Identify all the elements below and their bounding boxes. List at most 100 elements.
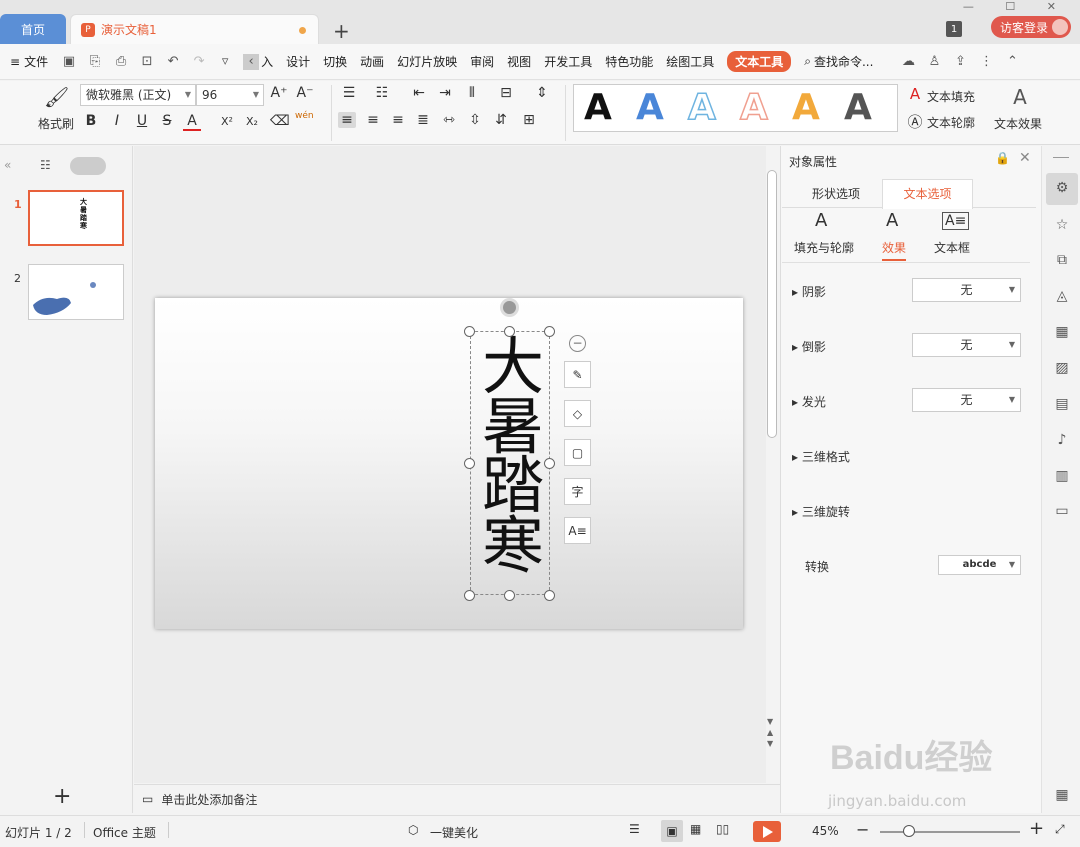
text-effect-button[interactable]: 文本效果 bbox=[994, 115, 1042, 132]
collapse-float-icon[interactable]: − bbox=[569, 335, 586, 352]
reading-view-icon[interactable]: ▯▯ bbox=[716, 822, 729, 836]
columns-icon[interactable]: ⫴ bbox=[463, 85, 481, 101]
shapes-icon[interactable]: ◬ bbox=[1053, 288, 1071, 306]
user-share-icon[interactable]: ♙ bbox=[926, 54, 942, 70]
style-pink-outline[interactable]: A bbox=[739, 86, 768, 129]
format-painter-icon[interactable]: 🖌 bbox=[44, 85, 69, 109]
zoom-slider[interactable] bbox=[880, 831, 1020, 833]
add-slide-button[interactable]: + bbox=[53, 784, 71, 809]
notes-toggle-icon[interactable]: ☰ bbox=[629, 822, 640, 836]
pinyin-button[interactable]: wén bbox=[295, 111, 314, 121]
font-color-button[interactable]: A bbox=[183, 113, 201, 131]
font-name-select[interactable]: 微软雅黑 (正文) ▼ bbox=[80, 84, 196, 106]
menu-insert[interactable]: 入 bbox=[261, 53, 273, 70]
tab-home[interactable]: 首页 bbox=[0, 14, 66, 44]
tab-document[interactable]: P 演示文稿1 bbox=[70, 14, 319, 44]
font-icon[interactable]: 字 bbox=[564, 478, 591, 505]
collapse-panel-icon[interactable]: « bbox=[4, 158, 11, 172]
scrollbar-thumb[interactable] bbox=[767, 170, 777, 438]
fit-window-icon[interactable]: ⤢ bbox=[1055, 822, 1065, 837]
more-icon[interactable]: ⋮ bbox=[978, 54, 994, 70]
transition-icon[interactable]: ⧉ bbox=[1053, 252, 1071, 270]
menu-features[interactable]: 特色功能 bbox=[605, 53, 653, 70]
text-fill-button[interactable]: 文本填充 bbox=[927, 88, 975, 105]
audio-icon[interactable]: ♪ bbox=[1053, 432, 1071, 450]
italic-button[interactable]: I bbox=[108, 113, 126, 129]
tab-shape-options[interactable]: 形状选项 bbox=[812, 185, 860, 202]
image-icon[interactable]: ▨ bbox=[1053, 360, 1071, 378]
text-effect-icon[interactable]: A bbox=[1011, 85, 1029, 109]
notes-bar[interactable]: ▭ 单击此处添加备注 bbox=[134, 784, 780, 813]
scroll-left-icon[interactable]: ‹ bbox=[243, 53, 260, 70]
panel-title[interactable]: 对象属性 bbox=[789, 153, 837, 170]
preview-icon[interactable]: ⊡ bbox=[139, 54, 155, 70]
reflection-select[interactable]: 无 ▼ bbox=[912, 333, 1021, 357]
zoom-in-button[interactable]: + bbox=[1029, 818, 1044, 839]
resize-handle[interactable] bbox=[464, 590, 475, 601]
style-light-blue-outline[interactable]: A bbox=[687, 86, 716, 129]
text-outline-button[interactable]: 文本轮廓 bbox=[927, 114, 975, 131]
superscript-button[interactable]: X² bbox=[218, 115, 236, 128]
glow-row[interactable]: ▸ 发光 bbox=[792, 393, 826, 410]
subtab-fill-outline[interactable]: 填充与轮廓 bbox=[794, 239, 854, 256]
style-orange[interactable]: A bbox=[792, 87, 820, 128]
window-controls[interactable]: — ☐ ✕ bbox=[963, 0, 1070, 13]
beautify-icon[interactable]: ⬡ bbox=[408, 823, 418, 837]
resize-handle[interactable] bbox=[464, 458, 475, 469]
menu-developer[interactable]: 开发工具 bbox=[544, 53, 592, 70]
tab-text-options[interactable]: 文本选项 bbox=[882, 179, 973, 209]
properties-icon[interactable]: ⚙ bbox=[1053, 180, 1071, 198]
scroll-arrows-icon[interactable]: ▼ ▲ ▼ bbox=[767, 716, 773, 749]
apps-icon[interactable]: ▦ bbox=[1053, 787, 1071, 805]
rotate-handle-icon[interactable] bbox=[500, 298, 519, 317]
numbering-icon[interactable]: ☷ bbox=[373, 85, 391, 101]
sorter-view-icon[interactable]: ▦ bbox=[690, 822, 701, 836]
text-direction-icon[interactable]: ⊟ bbox=[497, 85, 515, 101]
slide-1-canvas[interactable] bbox=[155, 298, 743, 629]
collapse-ribbon-icon[interactable]: ⌃ bbox=[1004, 54, 1020, 70]
distribute-icon[interactable]: ⇿ bbox=[440, 112, 458, 128]
menu-file[interactable]: 文件 bbox=[24, 53, 48, 70]
outline-view-icon[interactable]: ☷ bbox=[40, 158, 51, 172]
resize-handle[interactable] bbox=[504, 590, 515, 601]
text-wrap-icon[interactable]: A≡ bbox=[564, 517, 591, 544]
menu-animation[interactable]: 动画 bbox=[360, 53, 384, 70]
justify-icon[interactable]: ≣ bbox=[414, 112, 432, 128]
outline-icon[interactable]: ▢ bbox=[564, 439, 591, 466]
shadow-select[interactable]: 无 ▼ bbox=[912, 278, 1021, 302]
align-center-icon[interactable]: ≡ bbox=[364, 112, 382, 128]
shadow-row[interactable]: ▸ 阴影 bbox=[792, 283, 826, 300]
text-fill-icon[interactable]: A bbox=[906, 85, 924, 103]
menu-text-tools[interactable]: 文本工具 bbox=[727, 51, 792, 72]
window-count-badge[interactable]: 1 bbox=[946, 21, 962, 37]
resize-handle[interactable] bbox=[544, 458, 555, 469]
increase-font-icon[interactable]: A⁺ bbox=[270, 85, 288, 101]
menu-transition[interactable]: 切换 bbox=[323, 53, 347, 70]
guest-login-button[interactable]: 访客登录 bbox=[991, 16, 1071, 38]
bold-button[interactable]: B bbox=[82, 113, 100, 129]
search-icon[interactable]: ⌕ bbox=[804, 54, 811, 69]
undo-icon[interactable]: ↶ bbox=[165, 54, 181, 70]
cloud-icon[interactable]: ☁ bbox=[900, 54, 916, 70]
resize-handle[interactable] bbox=[464, 326, 475, 337]
edit-style-icon[interactable]: ✎ bbox=[564, 361, 591, 388]
share-icon[interactable]: ⇪ bbox=[952, 54, 968, 70]
theme-name[interactable]: Office 主题 bbox=[93, 824, 156, 841]
format-painter-label[interactable]: 格式刷 bbox=[38, 115, 74, 132]
menu-review[interactable]: 审阅 bbox=[470, 53, 494, 70]
glow-select[interactable]: 无 ▼ bbox=[912, 388, 1021, 412]
zoom-out-button[interactable]: − bbox=[856, 820, 869, 839]
play-slideshow-button[interactable] bbox=[753, 821, 781, 842]
subscript-button[interactable]: X₂ bbox=[243, 115, 261, 128]
underline-button[interactable]: U bbox=[133, 113, 151, 129]
slide-thumbnail-1[interactable]: 大暑踏寒 bbox=[28, 190, 124, 246]
animation-icon[interactable]: ☆ bbox=[1053, 217, 1071, 235]
subtab-effect[interactable]: 效果 bbox=[882, 239, 907, 261]
increase-indent-icon[interactable]: ⇥ bbox=[436, 85, 454, 101]
menu-view[interactable]: 视图 bbox=[507, 53, 531, 70]
hamburger-icon[interactable]: ≡ bbox=[10, 55, 20, 69]
menu-slideshow[interactable]: 幻灯片放映 bbox=[397, 53, 457, 70]
export-icon[interactable]: ⎘ bbox=[87, 54, 103, 70]
text-outline-icon[interactable]: Ⓐ bbox=[906, 111, 924, 132]
print-icon[interactable]: ⎙ bbox=[113, 54, 129, 70]
